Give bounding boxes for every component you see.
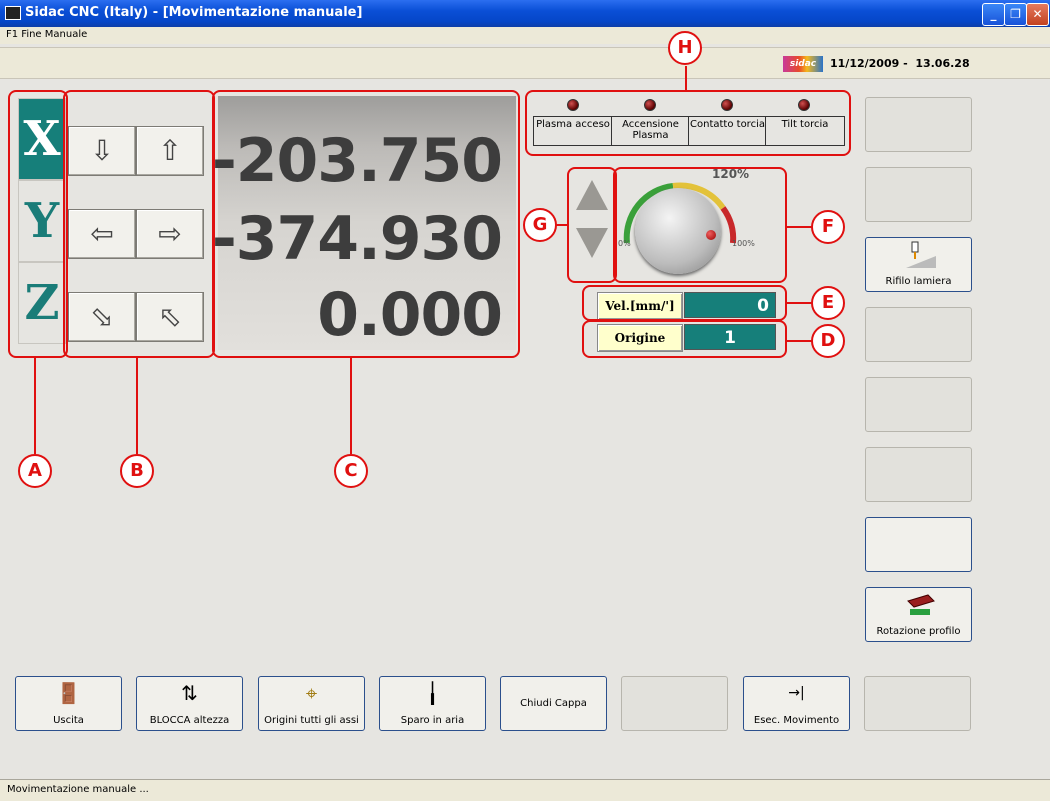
esec-movimento-label: Esec. Movimento <box>753 715 840 726</box>
callout-box-c <box>212 90 520 358</box>
callout-box-d <box>582 320 787 358</box>
side-button-5 <box>865 377 972 432</box>
side-button-7[interactable] <box>865 517 972 572</box>
origini-assi-button[interactable]: ⌖ Origini tutti gli assi <box>258 676 365 731</box>
axes-origin-icon: ⌖ <box>305 681 318 705</box>
app-icon <box>5 6 21 20</box>
callout-f: F <box>811 210 845 244</box>
bottom-button-8 <box>864 676 971 731</box>
uscita-label: Uscita <box>53 715 84 726</box>
side-button-2 <box>865 167 972 222</box>
callout-b: B <box>120 454 154 488</box>
exit-door-icon: 🚪 <box>56 681 81 705</box>
close-button[interactable]: ✕ <box>1026 3 1049 26</box>
callout-line-a <box>34 358 36 454</box>
rifilo-lamiera-button[interactable]: Rifilo lamiera <box>865 237 972 292</box>
status-bar: Movimentazione manuale ... <box>0 779 1050 801</box>
rotazione-profilo-button[interactable]: Rotazione profilo <box>865 587 972 642</box>
sparo-in-aria-button[interactable]: ╽ Sparo in aria <box>379 676 486 731</box>
origini-assi-label: Origini tutti gli assi <box>264 715 359 726</box>
torch-height-lock-icon: ⇅ <box>181 681 198 705</box>
callout-h: H <box>668 31 702 65</box>
rotazione-profilo-label: Rotazione profilo <box>876 626 961 637</box>
blocca-altezza-button[interactable]: ⇅ BLOCCA altezza <box>136 676 243 731</box>
menu-bar: F1 Fine Manuale <box>0 27 1050 44</box>
side-button-4 <box>865 307 972 362</box>
blocca-altezza-label: BLOCCA altezza <box>149 715 230 726</box>
callout-g: G <box>523 208 557 242</box>
callout-box-f <box>613 167 787 283</box>
callout-line-b <box>136 358 138 454</box>
status-text: Movimentazione manuale ... <box>7 784 149 795</box>
callout-line-d <box>787 340 812 342</box>
side-button-1 <box>865 97 972 152</box>
side-button-6 <box>865 447 972 502</box>
chiudi-cappa-button[interactable]: Chiudi Cappa <box>500 676 607 731</box>
esec-movimento-button[interactable]: →| Esec. Movimento <box>743 676 850 731</box>
profile-rotation-icon <box>907 594 935 615</box>
title-bar: Sidac CNC (Italy) - [Movimentazione manu… <box>0 0 1050 27</box>
callout-line-c <box>350 358 352 454</box>
bottom-button-6 <box>621 676 728 731</box>
minimize-button[interactable]: _ <box>982 3 1005 26</box>
datetime-display: 11/12/2009 - 13.06.28 <box>830 57 970 70</box>
restore-button[interactable]: ❐ <box>1004 3 1027 26</box>
uscita-button[interactable]: 🚪 Uscita <box>15 676 122 731</box>
callout-box-h <box>525 90 851 156</box>
chiudi-cappa-label: Chiudi Cappa <box>520 698 587 709</box>
callout-box-a <box>8 90 68 358</box>
rifilo-lamiera-label: Rifilo lamiera <box>885 276 952 287</box>
callout-box-b <box>63 90 215 358</box>
callout-box-e <box>582 285 787 321</box>
callout-line-e <box>787 302 812 304</box>
sidac-logo: sidac <box>783 56 823 72</box>
callout-a: A <box>18 454 52 488</box>
torch-fire-icon: ╽ <box>426 681 439 705</box>
callout-line-f <box>787 226 812 228</box>
move-execute-icon: →| <box>788 685 805 701</box>
info-bar: sidac 11/12/2009 - 13.06.28 <box>0 47 1050 79</box>
menu-item-fine-manuale[interactable]: F1 Fine Manuale <box>6 29 87 40</box>
callout-d: D <box>811 324 845 358</box>
sheet-trim-icon <box>906 241 936 268</box>
callout-e: E <box>811 286 845 320</box>
callout-line-h <box>685 66 687 90</box>
callout-box-g <box>567 167 617 283</box>
callout-c: C <box>334 454 368 488</box>
sparo-in-aria-label: Sparo in aria <box>400 715 465 726</box>
window-title: Sidac CNC (Italy) - [Movimentazione manu… <box>25 5 363 20</box>
